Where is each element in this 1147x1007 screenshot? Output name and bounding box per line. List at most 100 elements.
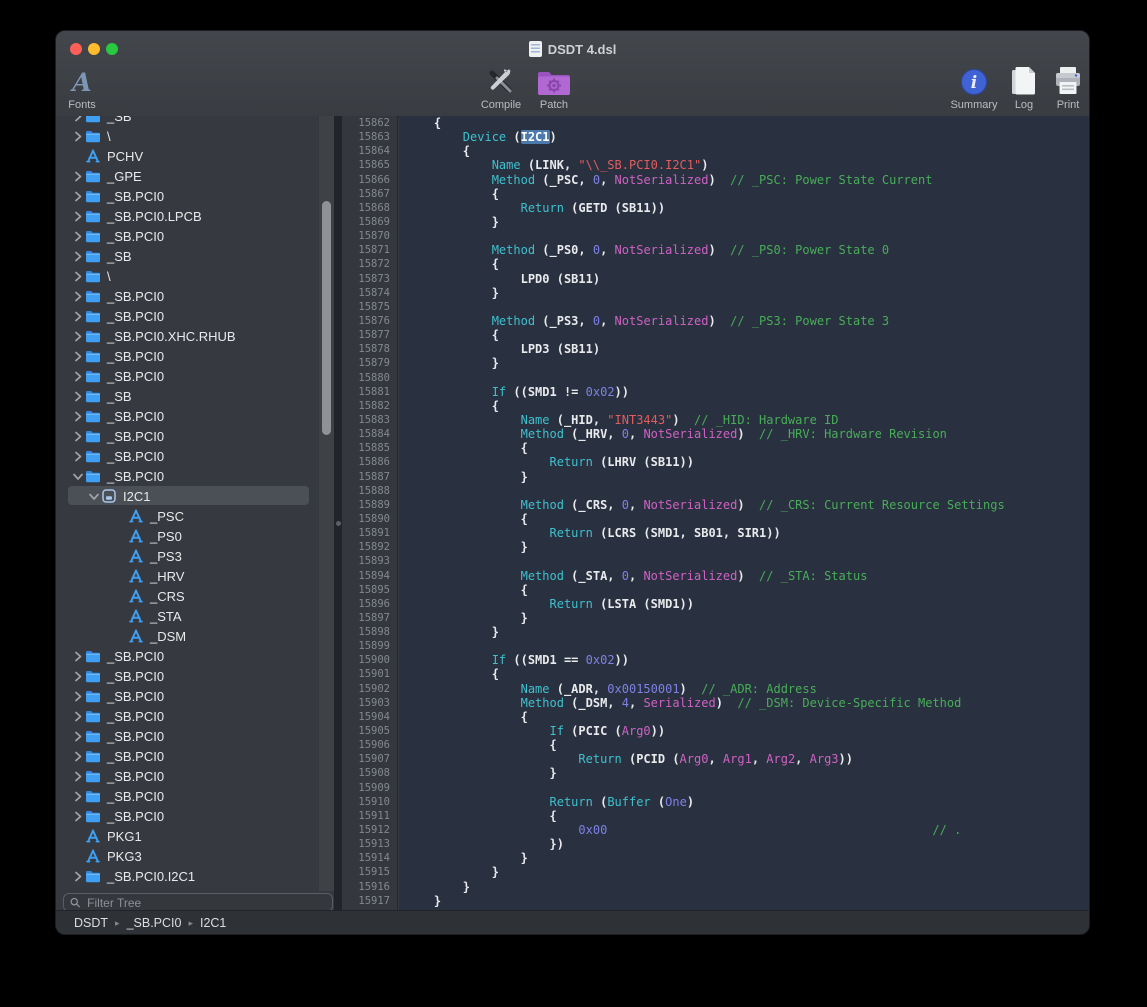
tree-item-sta[interactable]: _STA [56, 606, 319, 626]
chevron-right-icon[interactable] [73, 331, 83, 341]
tree-item-i2c1[interactable]: I2C1 [56, 486, 319, 506]
pane-divider[interactable] [334, 116, 342, 911]
chevron-right-icon[interactable] [73, 411, 83, 421]
tree-item-sbpci0lpcb[interactable]: _SB.PCI0.LPCB [56, 206, 319, 226]
tree-item-sbpci0[interactable]: _SB.PCI0 [56, 446, 319, 466]
line-number-gutter: 1586215863158641586515866158671586815869… [342, 116, 398, 911]
line-number: 15879 [342, 356, 397, 370]
chevron-right-icon[interactable] [73, 271, 83, 281]
tree-item-sbpci0[interactable]: _SB.PCI0 [56, 406, 319, 426]
tree-item-sbpci0[interactable]: _SB.PCI0 [56, 726, 319, 746]
tree-item-sbpci0[interactable]: _SB.PCI0 [56, 746, 319, 766]
code-line-15886: Return (LHRV (SB11)) [405, 455, 1089, 469]
toolbar-patch-button[interactable]: Patch [522, 65, 586, 111]
chevron-right-icon[interactable] [73, 791, 83, 801]
chevron-right-icon[interactable] [73, 431, 83, 441]
toolbar-print-button[interactable]: Print [1036, 65, 1090, 111]
line-number: 15876 [342, 314, 397, 328]
chevron-right-icon[interactable] [73, 351, 83, 361]
chevron-right-icon[interactable] [73, 691, 83, 701]
sidebar-scrollbar-thumb[interactable] [322, 201, 331, 435]
chevron-right-icon[interactable] [73, 811, 83, 821]
code-line-15907: Return (PCID (Arg0, Arg1, Arg2, Arg3)) [405, 752, 1089, 766]
tree-item-sbpci0i2c1[interactable]: _SB.PCI0.I2C1 [56, 866, 319, 886]
line-number: 15867 [342, 187, 397, 201]
code-editor[interactable]: { Device (I2C1) { Name (LINK, "\\_SB.PCI… [399, 116, 1089, 911]
tree-item-sbpci0[interactable]: _SB.PCI0 [56, 226, 319, 246]
tree-item-ps3[interactable]: _PS3 [56, 546, 319, 566]
tree-item-[interactable]: \ [56, 266, 319, 286]
chevron-right-icon[interactable] [73, 751, 83, 761]
line-number: 15868 [342, 201, 397, 215]
chevron-right-icon[interactable] [73, 211, 83, 221]
tree-item-sbpci0[interactable]: _SB.PCI0 [56, 366, 319, 386]
method-icon [128, 629, 144, 643]
line-number: 15871 [342, 243, 397, 257]
sidebar: _SB \ PCHV _GPE _SB.PCI0 _SB.PCI0.LPCB [56, 116, 342, 911]
chevron-down-icon[interactable] [89, 491, 99, 501]
chevron-right-icon[interactable] [73, 871, 83, 881]
tree-item-sbpci0[interactable]: _SB.PCI0 [56, 766, 319, 786]
toolbar-fonts-button[interactable]: A Fonts [55, 65, 114, 111]
patch-icon [537, 65, 571, 96]
breadcrumb-segment-dsdt[interactable]: DSDT [74, 916, 108, 930]
tree-item-sbpci0[interactable]: _SB.PCI0 [56, 686, 319, 706]
tree-item-gpe[interactable]: _GPE [56, 166, 319, 186]
tree-item-sb[interactable]: _SB [56, 116, 319, 126]
code-line-15898: } [405, 625, 1089, 639]
tree-item-sbpci0[interactable]: _SB.PCI0 [56, 806, 319, 826]
tree-item-sbpci0xhcrhub[interactable]: _SB.PCI0.XHC.RHUB [56, 326, 319, 346]
tree-item-label: _SB.PCI0 [107, 469, 164, 484]
sidebar-scrollbar[interactable] [318, 116, 334, 891]
tree-item-sbpci0[interactable]: _SB.PCI0 [56, 286, 319, 306]
tree-item-pkg3[interactable]: PKG3 [56, 846, 319, 866]
tree-item-label: _SB.PCI0 [107, 709, 164, 724]
tree-item-sbpci0[interactable]: _SB.PCI0 [56, 666, 319, 686]
breadcrumb-segment-sbpci0[interactable]: _SB.PCI0 [127, 916, 182, 930]
chevron-right-icon[interactable] [73, 771, 83, 781]
tree-item-psc[interactable]: _PSC [56, 506, 319, 526]
chevron-right-icon[interactable] [73, 651, 83, 661]
chevron-right-icon[interactable] [73, 731, 83, 741]
tree-item-sbpci0[interactable]: _SB.PCI0 [56, 646, 319, 666]
chevron-right-icon[interactable] [73, 231, 83, 241]
chevron-right-icon[interactable] [73, 671, 83, 681]
code-line-15871: Method (_PS0, 0, NotSerialized) // _PS0:… [405, 243, 1089, 257]
chevron-right-icon[interactable] [73, 116, 83, 121]
chevron-right-icon[interactable] [73, 711, 83, 721]
tree-item-sb[interactable]: _SB [56, 386, 319, 406]
code-line-15866: Method (_PSC, 0, NotSerialized) // _PSC:… [405, 173, 1089, 187]
chevron-right-icon[interactable] [73, 371, 83, 381]
tree-item-sb[interactable]: _SB [56, 246, 319, 266]
chevron-right-icon[interactable] [73, 131, 83, 141]
code-line-15891: Return (LCRS (SMD1, SB01, SIR1)) [405, 526, 1089, 540]
tree-item-dsm[interactable]: _DSM [56, 626, 319, 646]
tree-item-crs[interactable]: _CRS [56, 586, 319, 606]
tree-item-sbpci0[interactable]: _SB.PCI0 [56, 466, 319, 486]
chevron-right-icon[interactable] [73, 311, 83, 321]
chevron-down-icon[interactable] [73, 471, 83, 481]
tree-item-sbpci0[interactable]: _SB.PCI0 [56, 186, 319, 206]
chevron-right-icon[interactable] [73, 391, 83, 401]
tree-item-pchv[interactable]: PCHV [56, 146, 319, 166]
breadcrumb-segment-i2c1[interactable]: I2C1 [200, 916, 226, 930]
tree-item-sbpci0[interactable]: _SB.PCI0 [56, 346, 319, 366]
chevron-right-icon[interactable] [73, 251, 83, 261]
tree-item-sbpci0[interactable]: _SB.PCI0 [56, 706, 319, 726]
chevron-right-icon[interactable] [73, 291, 83, 301]
tree-item-sbpci0[interactable]: _SB.PCI0 [56, 786, 319, 806]
code-line-15880 [405, 371, 1089, 385]
filter-tree-input[interactable] [85, 895, 326, 911]
tree-item-sbpci0[interactable]: _SB.PCI0 [56, 426, 319, 446]
tree-item-sbpci0[interactable]: _SB.PCI0 [56, 306, 319, 326]
pane-divider-handle[interactable] [336, 521, 341, 526]
tree-item-ps0[interactable]: _PS0 [56, 526, 319, 546]
tree-item-[interactable]: \ [56, 126, 319, 146]
tree-item-pkg1[interactable]: PKG1 [56, 826, 319, 846]
chevron-right-icon[interactable] [73, 171, 83, 181]
chevron-right-icon[interactable] [73, 451, 83, 461]
tree-item-hrv[interactable]: _HRV [56, 566, 319, 586]
line-number: 15904 [342, 710, 397, 724]
folder-icon [85, 749, 101, 763]
chevron-right-icon[interactable] [73, 191, 83, 201]
